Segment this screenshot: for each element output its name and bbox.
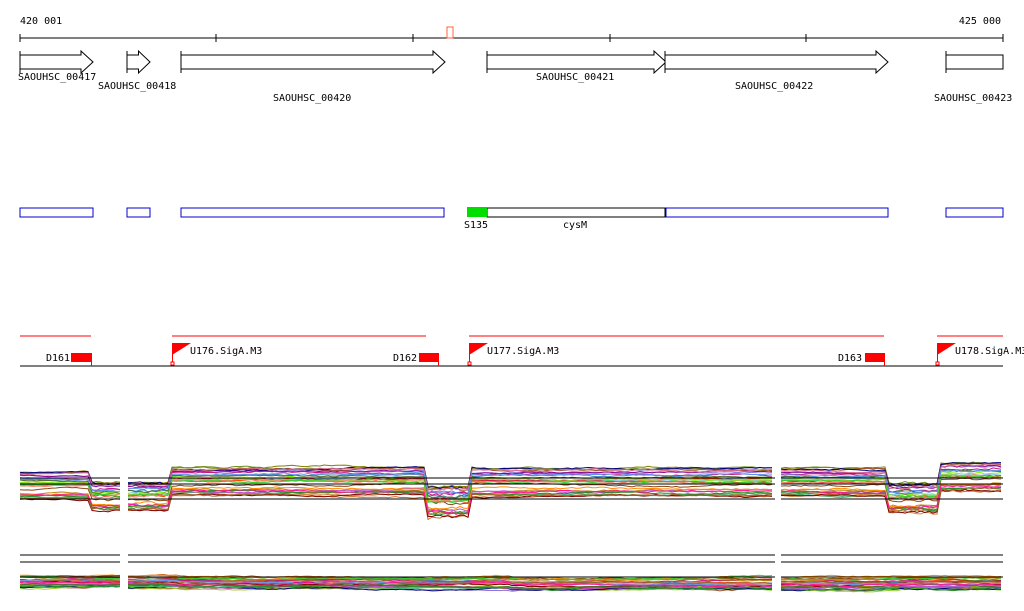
gene-label: SAOUHSC_00420: [273, 93, 351, 104]
cysm-label: cysM: [563, 220, 587, 231]
promoter-flag-icon[interactable]: [172, 343, 191, 355]
promoter-flag-icon[interactable]: [937, 343, 956, 355]
ruler-end-label: 425 000: [959, 16, 1001, 27]
gene-arrow[interactable]: [945, 51, 1004, 73]
gene-label: SAOUHSC_00421: [536, 72, 614, 83]
feature-label: S135: [464, 220, 488, 231]
feature-box[interactable]: [467, 207, 487, 217]
coordinate-ruler: 420 001 425 000: [19, 16, 1004, 42]
genome-browser-view[interactable]: 420 001 425 000 SAOUHSC_00417SAOUHSC_004…: [0, 0, 1024, 611]
expression-profiles: [19, 440, 1003, 611]
gene-arrow[interactable]: [486, 49, 667, 75]
annotation-box[interactable]: [180, 207, 445, 218]
gene-arrow[interactable]: [126, 49, 151, 75]
regulatory-track: D161 D162 D163 U176.SigA.M3 U177.SigA.M3…: [20, 335, 1024, 367]
gene-arrow[interactable]: [19, 49, 94, 75]
gene-label: SAOUHSC_00418: [98, 81, 176, 92]
annotation-box[interactable]: [126, 207, 151, 218]
terminator-label: D162: [393, 353, 417, 364]
gene-arrow[interactable]: [664, 49, 889, 75]
gene-arrow[interactable]: [180, 49, 446, 75]
annotation-box[interactable]: [665, 207, 889, 218]
annotation-box[interactable]: [19, 207, 94, 218]
terminator-block[interactable]: [865, 353, 884, 362]
terminator-block[interactable]: [419, 353, 438, 362]
promoter-flag-icon[interactable]: [469, 343, 488, 355]
ruler-start-label: 420 001: [20, 16, 62, 27]
terminator-block[interactable]: [71, 353, 91, 362]
gene-label: SAOUHSC_00423: [934, 93, 1012, 104]
promoter-label: U176.SigA.M3: [190, 346, 262, 357]
promoter-label: U178.SigA.M3: [955, 346, 1024, 357]
terminator-label: D163: [838, 353, 862, 364]
terminator-label: D161: [46, 353, 70, 364]
gene-label: SAOUHSC_00417: [18, 72, 96, 83]
gene-label: SAOUHSC_00422: [735, 81, 813, 92]
promoter-label: U177.SigA.M3: [487, 346, 559, 357]
expression-line: [127, 488, 773, 513]
gene-track: SAOUHSC_00417SAOUHSC_00418 SAOUHSC_00420 S…: [18, 49, 1012, 104]
annotation-track: S135 cysM: [19, 207, 1004, 231]
cysm-box[interactable]: [486, 207, 666, 218]
position-marker[interactable]: [446, 26, 454, 39]
annotation-box[interactable]: [945, 207, 1004, 218]
